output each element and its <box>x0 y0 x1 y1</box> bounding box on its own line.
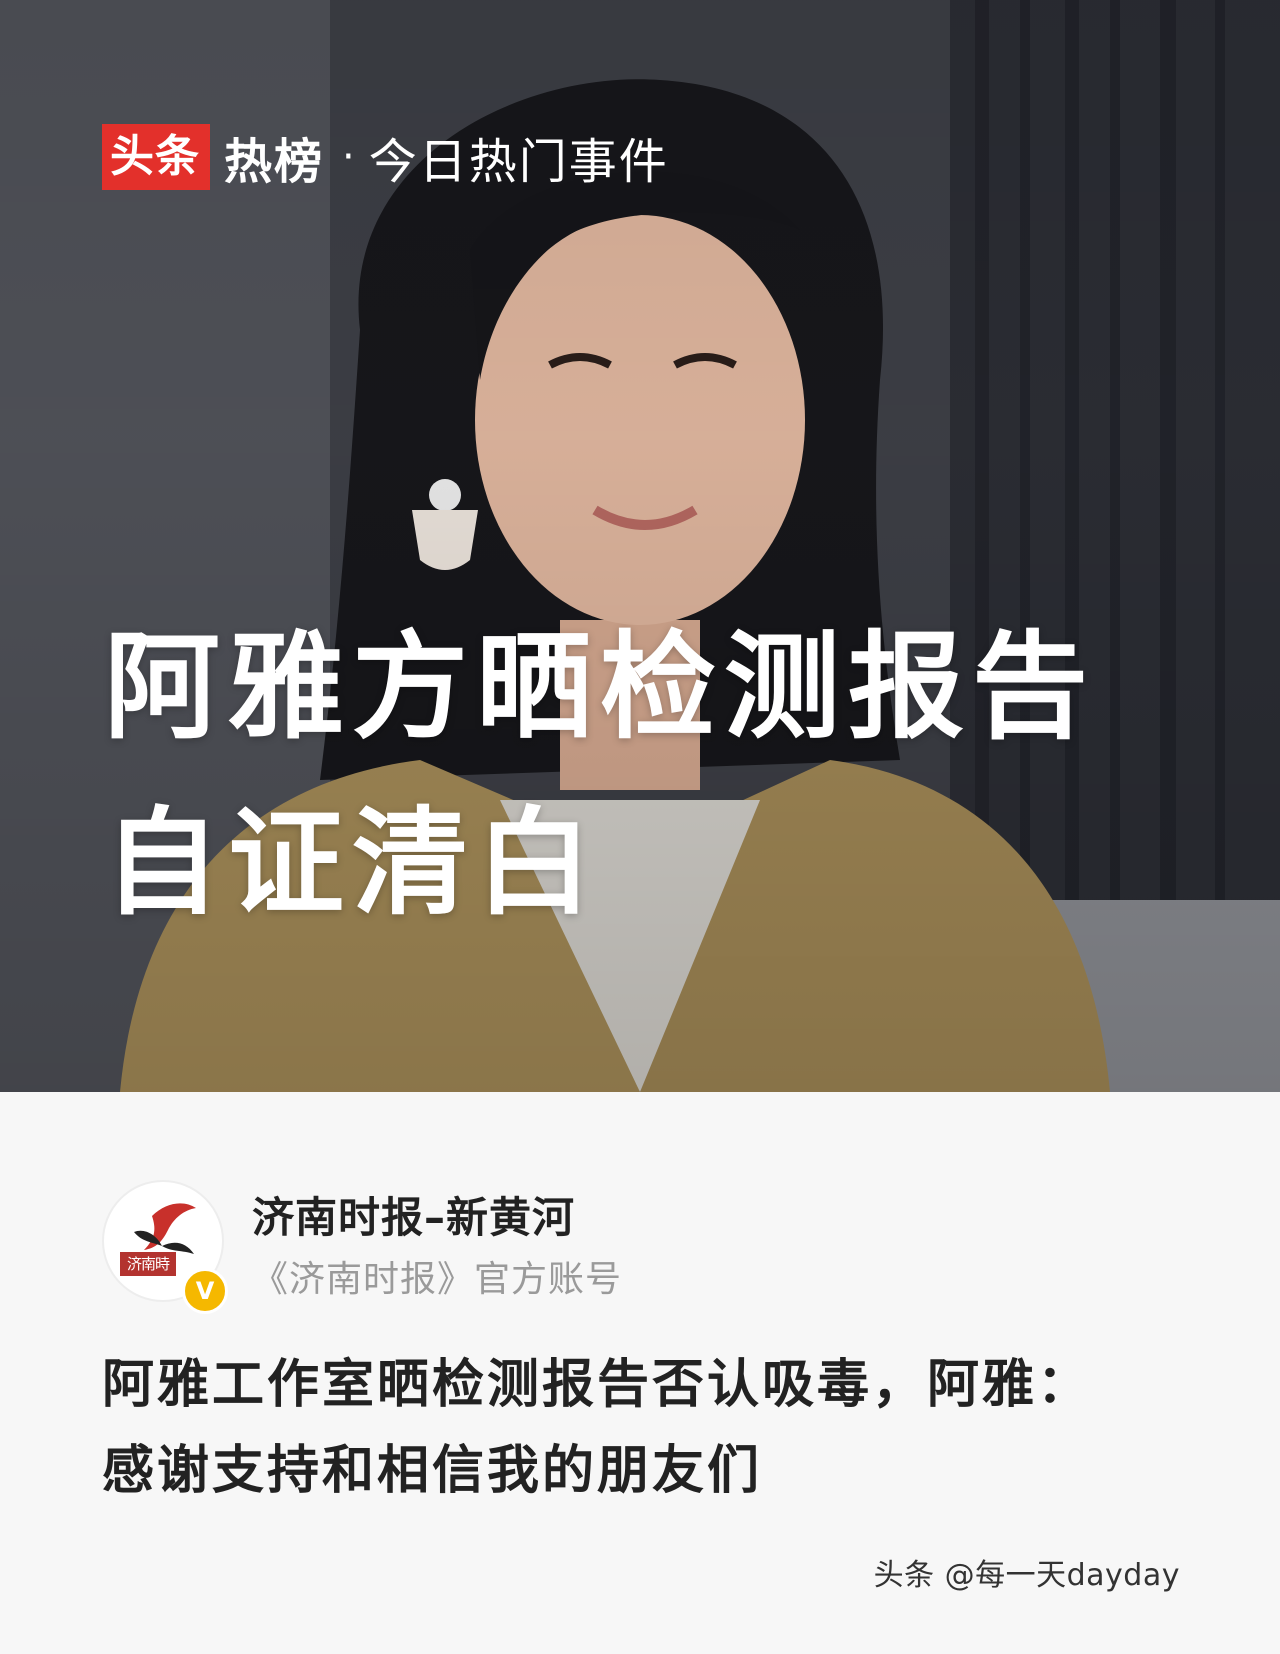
hero-headline: 阿雅方晒检测报告 自证清白 <box>104 600 1204 952</box>
separator-dot: · <box>342 134 355 180</box>
headline-line-1: 阿雅方晒检测报告 <box>104 620 1096 755</box>
hero-image[interactable]: 头条 热榜 · 今日热门事件 阿雅方晒检测报告 自证清白 <box>0 0 1280 1092</box>
author-description: 《济南时报》官方账号 <box>252 1259 623 1300</box>
verified-v-icon: V <box>182 1268 228 1314</box>
article-card[interactable]: 济南時 V 济南时报–新黄河 《济南时报》官方账号 阿雅工作室晒检测报告否认吸毒… <box>0 1092 1280 1654</box>
toutiao-logo: 头条 <box>102 124 210 190</box>
headline-line-2: 自证清白 <box>104 796 600 931</box>
hot-list-brand: 头条 热榜 · 今日热门事件 <box>102 122 669 192</box>
author-name[interactable]: 济南时报–新黄河 <box>252 1184 575 1245</box>
article-title[interactable]: 阿雅工作室晒检测报告否认吸毒，阿雅：感谢支持和相信我的朋友们 <box>102 1342 1102 1514</box>
avatar-seal: 济南時 <box>120 1252 176 1276</box>
hot-events-label: 今日热门事件 <box>368 134 669 190</box>
author-row[interactable]: 济南時 V 济南时报–新黄河 《济南时报》官方账号 <box>102 1180 1002 1314</box>
hot-list-label: 热榜 <box>224 134 325 190</box>
watermark: 头条 @每一天dayday <box>873 1558 1180 1593</box>
